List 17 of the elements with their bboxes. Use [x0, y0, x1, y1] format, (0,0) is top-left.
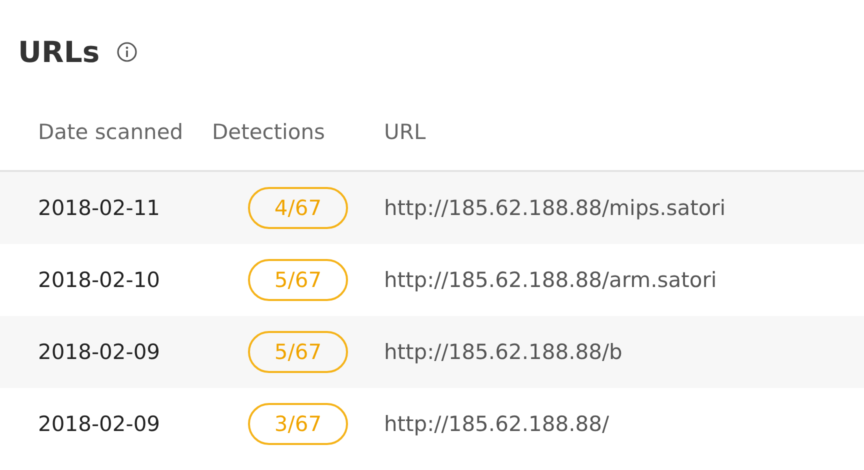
detections-badge: 3/67 — [248, 403, 348, 445]
url-cell-text: http://185.62.188.88/arm.satori — [384, 268, 718, 292]
date-cell-text: 2018-02-09 — [37, 340, 162, 364]
detections-badge: 4/67 — [248, 187, 348, 229]
url-cell-text: http://185.62.188.88/b — [384, 340, 624, 364]
detections-badge: 5/67 — [248, 259, 348, 301]
date-cell-text: 2018-02-10 — [37, 268, 162, 292]
section-title: URLs — [18, 35, 100, 69]
url-cell-text: http://185.62.188.88/mips.satori — [384, 196, 727, 220]
column-header[interactable]: Date scanned — [0, 120, 212, 144]
column-header[interactable]: URL — [384, 120, 864, 144]
detections-badge: 5/67 — [248, 331, 348, 373]
date-cell-text: 2018-02-11 — [37, 196, 162, 220]
url-cell-text: http://185.62.188.88/ — [384, 412, 610, 436]
column-header[interactable]: Detections — [212, 120, 384, 144]
date-cell-text: 2018-02-09 — [37, 412, 162, 436]
info-icon[interactable] — [116, 41, 138, 63]
